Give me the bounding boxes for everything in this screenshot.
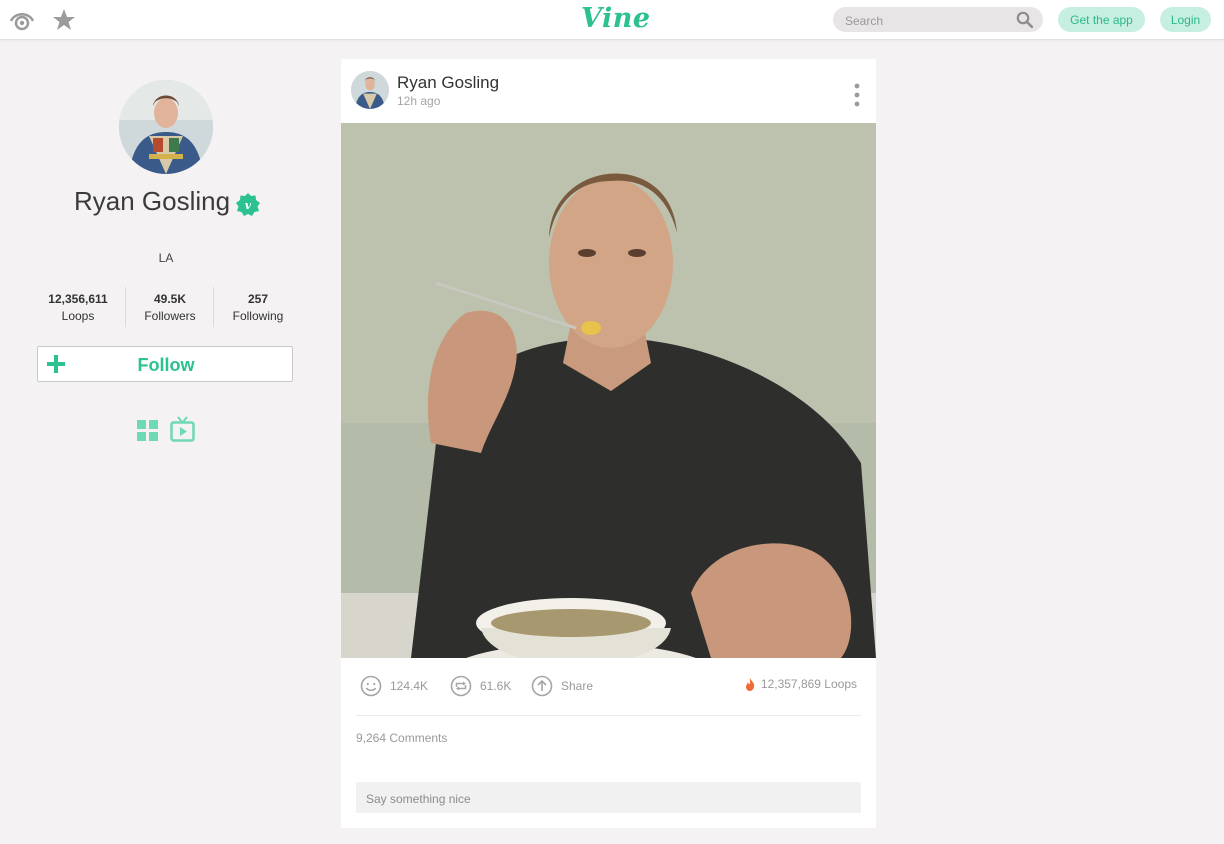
follow-label: Follow: [137, 355, 195, 375]
post-video[interactable]: [341, 123, 876, 658]
stat-followers-label: Followers: [144, 309, 196, 323]
profile-name: Ryan Gosling: [74, 186, 231, 216]
stat-followers[interactable]: 49.5K Followers: [134, 292, 206, 323]
comment-box[interactable]: [356, 782, 861, 815]
search-bar[interactable]: [833, 7, 1043, 34]
stat-following-label: Following: [232, 309, 284, 323]
post-loops: 12,357,869 Loops: [745, 677, 857, 691]
post-loops-count: 12,357,869 Loops: [760, 677, 857, 691]
tv-view-icon[interactable]: [170, 416, 195, 443]
flame-icon: [745, 677, 755, 691]
profile-avatar: [119, 80, 213, 174]
grid-view-icon[interactable]: [137, 420, 159, 442]
search-input[interactable]: [843, 7, 1015, 34]
stat-loops: 12,356,611 Loops: [39, 292, 117, 323]
profile-location: LA: [158, 251, 174, 265]
share-label: Share: [561, 679, 594, 693]
post-timestamp: 12h ago: [397, 94, 441, 108]
stat-following-value: 257: [247, 292, 269, 306]
like-button[interactable]: 124.4K: [360, 674, 428, 698]
follow-button[interactable]: Follow: [37, 346, 293, 382]
vine-logo[interactable]: Vine: [581, 3, 651, 34]
comment-input[interactable]: [364, 782, 858, 815]
login-button[interactable]: Login: [1160, 7, 1211, 32]
svg-text:v: v: [245, 199, 252, 212]
revine-icon: [450, 675, 472, 697]
stat-divider: [125, 287, 126, 327]
revine-button[interactable]: 61.6K: [450, 674, 511, 698]
post-card: Ryan Gosling 12h ago 124.4K 61.6K Share …: [341, 59, 876, 828]
verified-badge-icon: v: [236, 193, 260, 216]
stat-following[interactable]: 257 Following: [222, 292, 294, 323]
get-app-button[interactable]: Get the app: [1058, 7, 1145, 32]
search-icon[interactable]: [1016, 11, 1033, 28]
post-author-avatar[interactable]: [351, 71, 389, 109]
more-options-icon[interactable]: [853, 83, 861, 107]
divider: [356, 715, 861, 716]
stat-divider: [213, 287, 214, 327]
revine-count: 61.6K: [480, 679, 512, 693]
post-author-name[interactable]: Ryan Gosling: [397, 73, 499, 93]
top-bar: Vine Get the app Login: [0, 0, 1224, 40]
stat-followers-value: 49.5K: [153, 292, 187, 306]
like-count: 124.4K: [390, 679, 429, 693]
star-icon[interactable]: [52, 8, 76, 32]
eye-icon[interactable]: [9, 8, 35, 32]
stat-loops-label: Loops: [61, 309, 95, 323]
share-button[interactable]: Share: [531, 674, 593, 698]
share-icon: [531, 675, 553, 697]
stat-loops-value: 12,356,611: [48, 292, 108, 306]
comments-count[interactable]: 9,264 Comments: [356, 731, 447, 745]
smiley-icon: [360, 675, 382, 697]
